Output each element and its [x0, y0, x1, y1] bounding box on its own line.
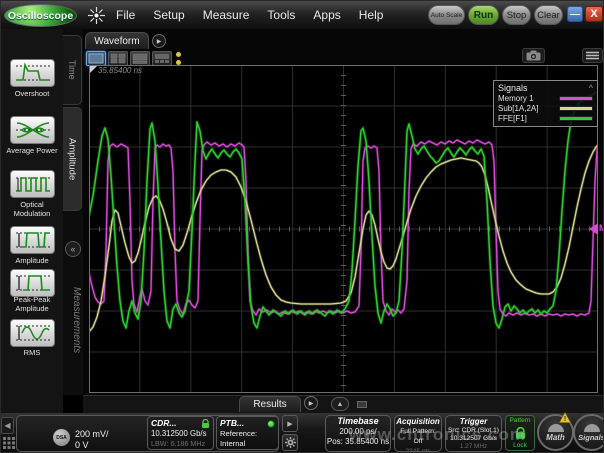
average-power-button[interactable] — [10, 116, 55, 144]
optical-modulation-icon — [14, 173, 52, 195]
menu-tools[interactable]: Tools — [258, 1, 304, 29]
warning-icon: ! — [559, 412, 571, 423]
site-watermark: www.cntronics.com — [349, 425, 526, 445]
cdr-title: CDR... — [151, 418, 177, 429]
gear-icon — [285, 437, 296, 448]
play-setup-button[interactable]: ▶ — [282, 415, 298, 432]
status-dot-1 — [176, 52, 181, 57]
ptb-panel[interactable]: PTB... Reference: Internal Reference — [216, 416, 279, 450]
optical-modulation-button[interactable] — [10, 170, 55, 198]
menu-measure[interactable]: Measure — [194, 1, 259, 29]
pattern-lock-top-label: Pattern — [510, 417, 531, 424]
tab-time[interactable]: Time — [63, 35, 82, 105]
minimize-button[interactable]: — — [567, 6, 583, 22]
channel-scale: 200 mV/ — [75, 429, 109, 439]
m1-marker-icon[interactable] — [589, 223, 598, 235]
menu-bar: File Setup Measure Tools Apps Help — [107, 1, 392, 29]
rms-label: RMS — [1, 348, 63, 357]
stop-button[interactable]: Stop — [502, 5, 531, 25]
dome-icon — [582, 423, 602, 432]
timebase-position-label: 35.85400 ns — [98, 66, 142, 75]
cdr-panel[interactable]: CDR... 10.312500 Gb/s LBW: 6.186 MHz — [147, 416, 214, 450]
ptb-title: PTB... — [220, 418, 244, 429]
svg-text:!: ! — [564, 416, 566, 423]
clear-button[interactable]: Clear — [534, 5, 563, 25]
optical-modulation-label: Optical Modulation — [1, 200, 63, 218]
auto-scale-button[interactable]: Auto Scale — [428, 5, 465, 25]
memory1-color-swatch — [559, 96, 593, 101]
collapse-sidebar-button[interactable]: « — [65, 241, 81, 257]
legend-title: Signals — [498, 83, 528, 93]
layout-grid-button[interactable] — [152, 51, 172, 66]
apps-grid-icon[interactable] — [3, 437, 15, 449]
oscilloscope-window: Oscilloscope File Setup Measure Tools Ap… — [0, 0, 604, 453]
measurements-sidebar: Overshoot Average Power Optical Modulati… — [1, 29, 63, 413]
hamburger-icon — [586, 51, 599, 60]
cdr-lbw: LBW: 6.186 MHz — [151, 439, 210, 449]
run-button[interactable]: Run — [468, 5, 499, 25]
menu-file[interactable]: File — [107, 1, 144, 29]
camera-icon — [526, 50, 541, 61]
waveform-tab-play-icon[interactable]: ▶ — [152, 34, 166, 48]
math-label: Math — [546, 433, 565, 442]
rms-icon — [14, 322, 52, 344]
menu-apps[interactable]: Apps — [304, 1, 349, 29]
menu-setup[interactable]: Setup — [144, 1, 193, 29]
sub1a2a-color-swatch — [559, 106, 593, 111]
acquisition-line2: 2345 pts — [395, 447, 441, 452]
legend-item-memory1[interactable]: Memory 1 — [498, 94, 593, 103]
layout-quad-button[interactable] — [108, 51, 128, 66]
average-power-icon — [14, 119, 52, 141]
settings-gear-button[interactable] — [282, 434, 298, 451]
oscilloscope-logo: Oscilloscope — [4, 4, 77, 27]
scroll-left-button[interactable]: ◀ — [1, 417, 14, 434]
results-play-icon[interactable]: ▶ — [304, 396, 318, 410]
results-mini-icon[interactable] — [357, 401, 367, 408]
layout-single-button[interactable] — [86, 51, 106, 66]
average-power-label: Average Power — [1, 146, 63, 155]
peak-peak-amplitude-icon — [14, 272, 52, 294]
layout-rows-button[interactable] — [130, 51, 150, 66]
peak-peak-amplitude-button[interactable] — [10, 269, 55, 297]
dsa-badge: DSA — [53, 429, 70, 446]
collapse-results-button[interactable]: ▲ — [331, 397, 349, 411]
legend-item-ffef1[interactable]: FFE[F1] — [498, 114, 593, 123]
timebase-position-marker — [90, 66, 97, 73]
overshoot-button[interactable] — [10, 59, 55, 87]
m1-marker-label: M1 — [599, 223, 604, 233]
ptb-line1: Reference: — [220, 429, 275, 439]
measurements-vertical-label: Measurements — [64, 287, 82, 353]
legend-item-sub1a2a[interactable]: Sub[1A,2A] — [498, 104, 593, 113]
ffef1-color-swatch — [559, 116, 593, 121]
legend-collapse-icon[interactable]: ^ — [589, 83, 593, 93]
tab-amplitude[interactable]: Amplitude — [63, 107, 82, 211]
dome-icon — [546, 423, 566, 432]
signals-button[interactable]: Signals — [573, 414, 604, 451]
cdr-rate: 10.312500 Gb/s — [151, 429, 210, 439]
ptb-status-led — [267, 420, 275, 428]
signals-label: Signals — [578, 433, 604, 442]
results-tab[interactable]: Results — [239, 396, 301, 412]
channel-offset: 0 V — [75, 440, 89, 450]
screenshot-button[interactable] — [522, 48, 545, 63]
amplitude-label: Amplitude — [1, 256, 63, 265]
lock-icon — [201, 419, 210, 429]
amplitude-icon — [14, 229, 52, 251]
amplitude-button[interactable] — [10, 226, 55, 254]
overshoot-label: Overshoot — [1, 89, 63, 98]
close-button[interactable]: X — [585, 6, 603, 22]
waveform-tab[interactable]: Waveform — [85, 32, 149, 49]
ptb-line2: Internal Reference — [220, 439, 275, 450]
rms-button[interactable] — [10, 319, 55, 347]
peak-peak-amplitude-label: Peak-Peak Amplitude — [1, 295, 63, 313]
title-bar: Oscilloscope File Setup Measure Tools Ap… — [1, 1, 604, 29]
overshoot-icon — [14, 62, 52, 84]
menu-help[interactable]: Help — [350, 1, 393, 29]
signals-legend: Signals ^ Memory 1 Sub[1A,2A] FFE[F1] — [493, 80, 598, 127]
spark-icon — [88, 7, 105, 24]
display-menu-button[interactable] — [582, 48, 603, 63]
